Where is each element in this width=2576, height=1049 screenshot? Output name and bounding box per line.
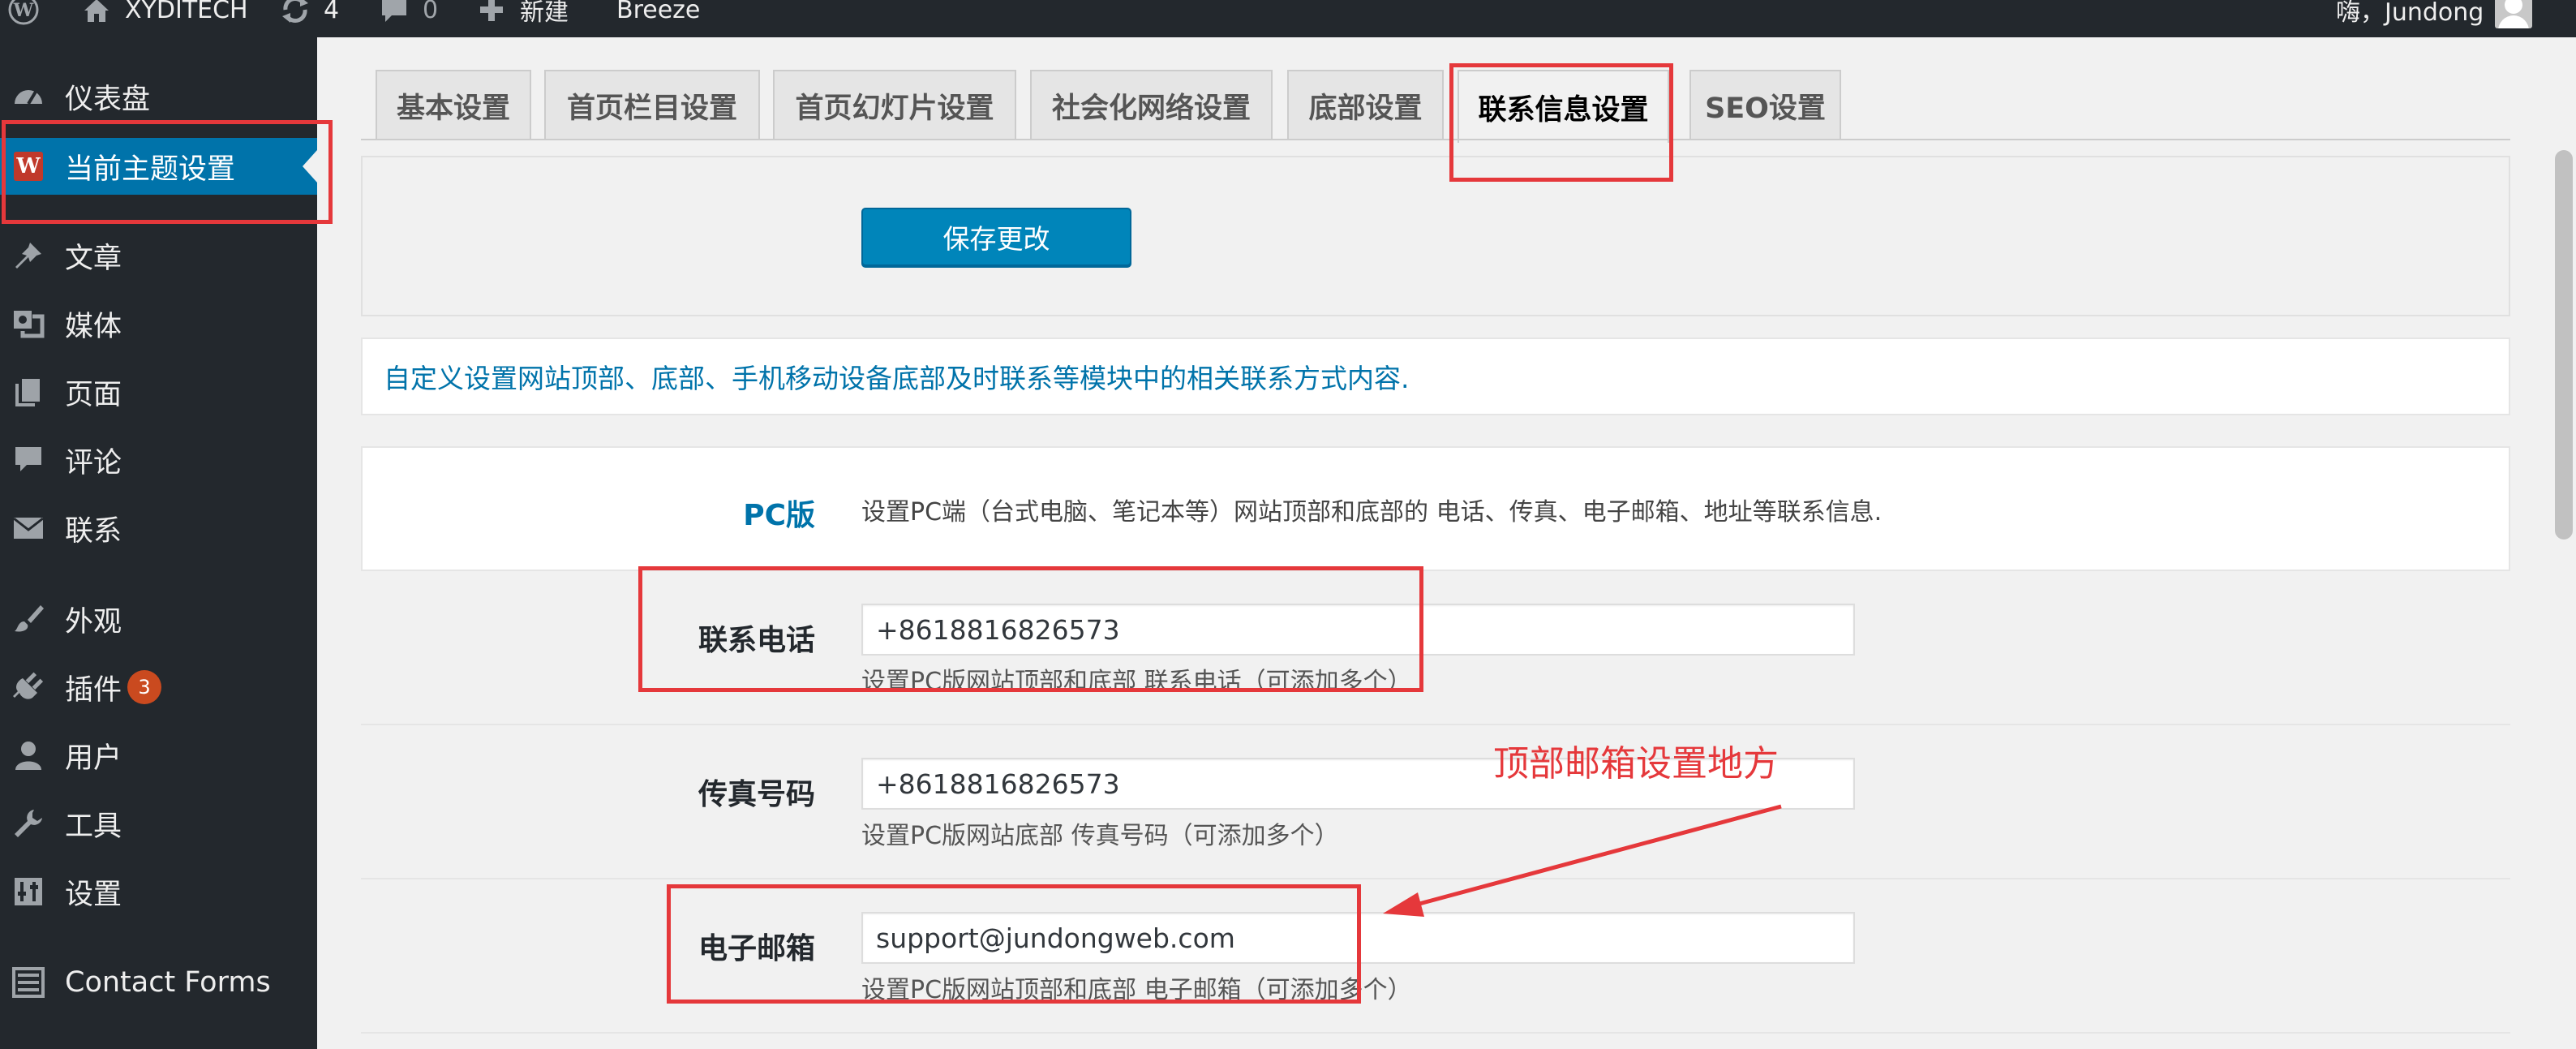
annotation-arrow	[1383, 804, 1782, 917]
